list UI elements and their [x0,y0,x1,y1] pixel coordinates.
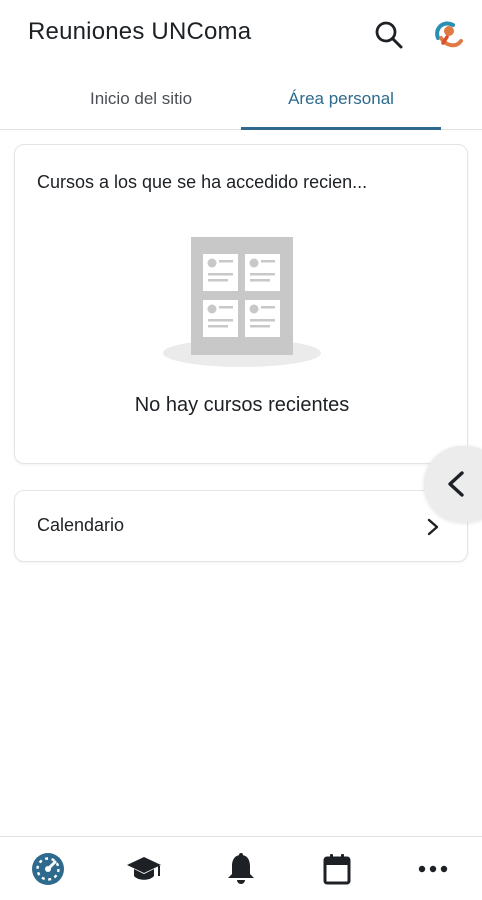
nav-more[interactable] [385,837,481,900]
empty-courses-illustration [162,235,322,371]
top-app-bar: Reuniones UNComa [0,0,482,68]
chevron-left-icon [448,471,464,497]
tab-bar: Inicio del sitio Área personal [0,68,482,130]
calendar-icon [323,854,351,885]
nav-notifications[interactable] [193,837,289,900]
search-icon [375,21,403,49]
calendar-label: Calendario [37,515,125,535]
tab-personal-area[interactable]: Área personal [241,68,441,130]
empty-courses-message: No hay cursos recientes [134,394,350,416]
chevron-right-icon [427,518,439,536]
tab-site-home[interactable]: Inicio del sitio [41,68,241,130]
nav-courses[interactable] [96,837,192,900]
recent-courses-card: Cursos a los que se ha accedido recien..… [14,144,468,464]
calendar-card[interactable]: Calendario [14,490,468,562]
user-avatar[interactable] [428,16,466,54]
more-icon [418,865,448,873]
graduation-cap-icon [127,857,161,880]
app-title: Reuniones UNComa [28,18,252,45]
avatar-icon [435,21,463,48]
active-tab-indicator [241,127,441,130]
search-button[interactable] [372,18,406,52]
bottom-navigation [0,836,482,900]
recent-courses-title: Cursos a los que se ha accedido recien..… [37,172,368,192]
nav-dashboard[interactable] [0,837,96,900]
dashboard-icon [32,853,64,885]
bell-icon [228,853,254,884]
nav-calendar[interactable] [289,837,385,900]
